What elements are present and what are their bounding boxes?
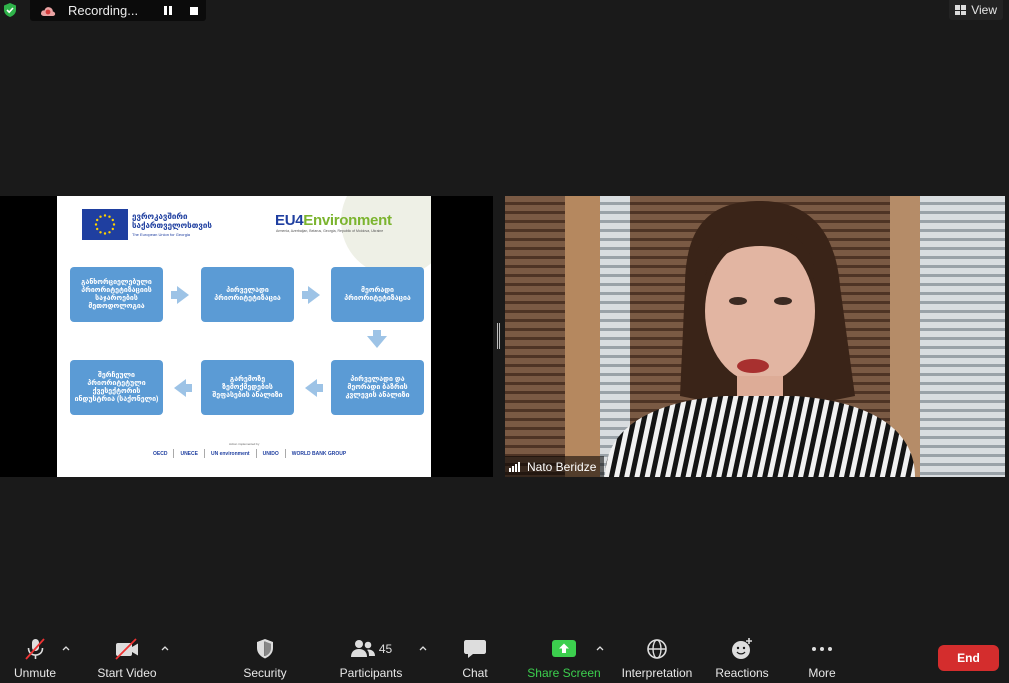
recording-indicator: Recording... [30,0,206,21]
partners-label: Action implemented by [229,442,260,446]
interpretation-button[interactable]: Interpretation [618,627,696,683]
flow-arrow-left [174,379,186,397]
participants-count: 45 [378,642,393,656]
security-label: Security [243,666,287,680]
partner-oecd: OECD [153,450,168,457]
stop-recording-icon[interactable] [190,6,198,15]
signal-strength-icon [509,461,523,472]
participant-video-feed [505,196,1005,477]
flow-arrow-left [305,379,317,397]
start-video-label: Start Video [97,666,157,680]
audio-options-caret-icon[interactable] [62,644,70,652]
share-screen-icon [552,640,576,657]
flow-box-1: განხორციელებული პრიორიტეტიზაციის საჯაროე… [70,267,163,322]
reactions-button[interactable]: Reactions [713,627,771,683]
participants-label: Participants [339,666,403,680]
participant-name-tag: Nato Beridze [505,456,605,477]
pause-recording-icon[interactable] [164,6,172,15]
reactions-label: Reactions [715,666,769,680]
grid-view-icon [955,5,967,15]
share-options-caret-icon[interactable] [596,644,604,652]
security-shield-icon [257,639,273,659]
security-button[interactable]: Security [239,627,291,683]
eu4environment-logo: EU4Environment [275,212,392,229]
eu-name-english: The European Union for Georgia [132,232,191,237]
flow-box-2: პირველადი პრიორიტეტიზაცია [201,267,294,322]
share-screen-label: Share Screen [527,666,601,680]
flow-arrow-right [177,286,189,304]
flow-box-6: შერჩეული პრიორიტეტული ქვესექტორის ინდუსტ… [70,360,163,415]
participants-icon [350,640,375,657]
unmute-button[interactable]: Unmute [10,627,60,683]
encryption-shield-icon[interactable] [2,2,18,18]
participant-name: Nato Beridze [527,459,597,474]
partner-unece: UNECE [180,450,198,457]
flow-box-3: მეორადი პრიორიტეტიზაცია [331,267,424,322]
flow-box-4: პირველადი და მეორადი ბაზრის კვლევის ანალ… [331,360,424,415]
cloud-recording-icon [40,6,56,16]
partner-world-bank: WORLD BANK GROUP [291,450,347,457]
share-screen-button[interactable]: Share Screen [526,627,602,683]
more-button[interactable]: More [804,627,840,683]
globe-icon [647,639,667,659]
participant-video[interactable]: Nato Beridze [505,196,1005,477]
flow-arrow-right [308,286,320,304]
presentation-slide: ევროკავშირი საქართველოსთვის The European… [57,196,431,477]
partner-un-environment: UN environment [210,450,250,457]
unmute-label: Unmute [13,666,57,680]
flow-arrow-stem [186,384,192,392]
interpretation-label: Interpretation [621,666,693,680]
view-splitter-handle[interactable] [497,323,501,349]
start-video-button[interactable]: Start Video [94,627,160,683]
eu-name-georgian: ევროკავშირი საქართველოსთვის [132,212,212,230]
meeting-toolbar: Unmute Start Video Security 45 Participa… [0,627,1009,683]
participants-options-caret-icon[interactable] [419,644,427,652]
flow-box-5: გარემოზე ზემოქმედების შეფასების ანალიზი [201,360,294,415]
recording-label: Recording... [68,3,139,18]
chat-button[interactable]: Chat [458,627,492,683]
participants-button[interactable]: 45 Participants [336,627,406,683]
flow-arrow-stem [317,384,323,392]
view-label: View [971,3,997,17]
flow-arrow-down [367,336,387,348]
chat-bubble-icon [464,640,486,658]
more-label: More [808,666,836,680]
chat-label: Chat [462,666,488,680]
video-options-caret-icon[interactable] [161,644,169,652]
eu4environment-subtitle: Armenia, Azerbaijan, Belarus, Georgia, R… [276,229,384,233]
video-camera-off-icon [115,638,138,660]
view-button[interactable]: View [949,0,1003,20]
eu-flag-icon [82,209,128,240]
more-options-icon [812,647,832,651]
end-meeting-button[interactable]: End [938,645,999,671]
partner-logos: OECD UNECE UN environment UNIDO WORLD BA… [153,449,346,458]
slide-decoration [341,196,431,276]
shared-screen[interactable]: ევროკავშირი საქართველოსთვის The European… [0,196,493,477]
partner-unido: UNIDO [262,450,279,457]
microphone-muted-icon [25,638,45,660]
smiley-reaction-icon [732,638,752,659]
